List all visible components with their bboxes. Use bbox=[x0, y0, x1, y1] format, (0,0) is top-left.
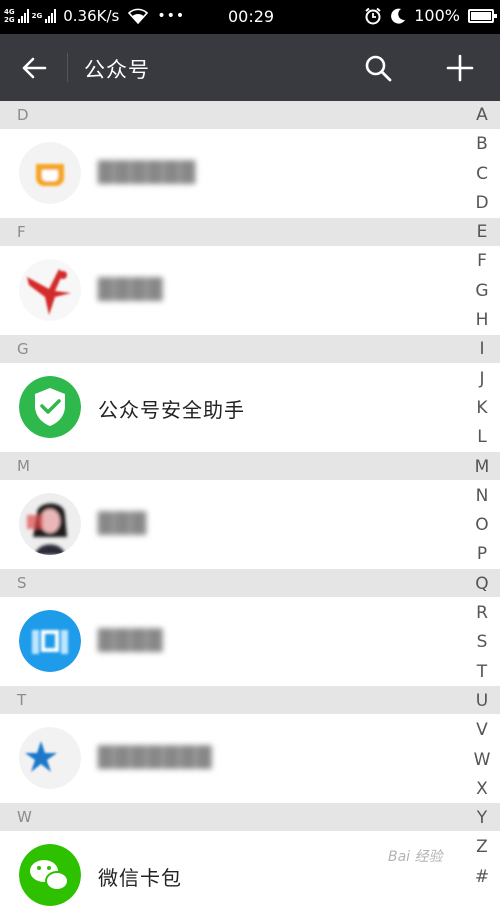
item-name: 公众号安全助手 bbox=[98, 398, 245, 422]
index-letter[interactable]: A bbox=[476, 101, 488, 130]
section-header-d: D bbox=[0, 101, 500, 129]
signal2-bars-icon bbox=[45, 9, 57, 23]
person-photo-icon bbox=[19, 493, 81, 555]
section-header-f: F bbox=[0, 218, 500, 246]
search-icon bbox=[365, 55, 392, 82]
section-header-s: S bbox=[0, 569, 500, 597]
wechat-logo-icon bbox=[19, 844, 81, 906]
orange-cup-logo-icon bbox=[19, 142, 81, 204]
network2-indicator: 2G bbox=[32, 12, 43, 20]
index-letter[interactable]: U bbox=[476, 687, 488, 716]
status-right: 100% bbox=[364, 6, 497, 25]
avatar bbox=[19, 142, 81, 204]
status-left: 4G 2G 2G 0.36K/s ••• bbox=[4, 7, 185, 25]
list-item[interactable]: ████ bbox=[0, 597, 500, 686]
index-letter[interactable]: F bbox=[477, 247, 487, 276]
network-speed: 0.36K/s bbox=[63, 7, 120, 25]
battery-percent: 100% bbox=[414, 6, 460, 25]
list-item[interactable]: 微信卡包 bbox=[0, 831, 500, 920]
more-notifications-icon: ••• bbox=[157, 8, 186, 24]
alarm-icon bbox=[365, 7, 381, 24]
plus-icon bbox=[446, 54, 474, 82]
avatar bbox=[19, 727, 81, 789]
watermark: Bai 经验 bbox=[388, 849, 443, 865]
alphabet-index-bar[interactable]: A B C D E F G H I J K L M N O P Q R S T U V W X Y Z # bbox=[470, 101, 494, 892]
title-bar: 公众号 bbox=[0, 34, 500, 101]
index-letter[interactable]: K bbox=[476, 394, 487, 423]
item-name: ███ bbox=[98, 511, 148, 535]
index-letter[interactable]: N bbox=[476, 482, 489, 511]
network-bottom-label: 2G bbox=[4, 16, 15, 24]
list-item[interactable]: ██████ bbox=[0, 129, 500, 218]
index-letter[interactable]: B bbox=[476, 130, 488, 159]
index-letter[interactable]: O bbox=[475, 511, 488, 540]
blue-logo-icon bbox=[19, 610, 81, 672]
search-button[interactable] bbox=[360, 50, 396, 86]
battery-icon bbox=[468, 8, 497, 23]
item-name: 微信卡包 bbox=[98, 866, 182, 890]
index-letter[interactable]: E bbox=[477, 218, 488, 247]
item-name: ██████ bbox=[98, 160, 197, 184]
index-letter[interactable]: M bbox=[475, 453, 490, 482]
index-letter[interactable]: G bbox=[475, 277, 488, 306]
network-top-label: 4G bbox=[4, 8, 15, 16]
index-letter[interactable]: R bbox=[476, 599, 488, 628]
network2-label: 2G bbox=[31, 12, 43, 20]
index-letter[interactable]: W bbox=[474, 746, 491, 775]
signal-bars-icon bbox=[17, 9, 29, 23]
official-accounts-list: D ██████ F ████ G 公众号安全助手 M ███ S ████ T… bbox=[0, 101, 500, 920]
index-letter[interactable]: Q bbox=[475, 570, 488, 599]
back-arrow-icon bbox=[22, 57, 47, 79]
status-bar: 4G 2G 2G 0.36K/s ••• 00:29 100% bbox=[0, 0, 500, 34]
red-figure-logo-icon bbox=[19, 259, 81, 321]
index-letter[interactable]: L bbox=[477, 423, 486, 452]
index-letter[interactable]: V bbox=[476, 716, 488, 745]
index-letter[interactable]: S bbox=[477, 628, 488, 657]
section-header-w: W bbox=[0, 803, 500, 831]
index-letter[interactable]: J bbox=[479, 365, 484, 394]
avatar bbox=[19, 610, 81, 672]
add-button[interactable] bbox=[442, 50, 478, 86]
network-type-indicator: 4G 2G bbox=[4, 8, 15, 24]
star-moon-logo-icon bbox=[19, 727, 81, 789]
index-letter[interactable]: # bbox=[475, 863, 489, 892]
list-item[interactable]: 公众号安全助手 bbox=[0, 363, 500, 452]
wifi-icon bbox=[128, 8, 149, 24]
item-name: ████ bbox=[98, 628, 164, 652]
clock: 00:29 bbox=[228, 7, 275, 26]
item-name: ████ bbox=[98, 277, 164, 301]
index-letter[interactable]: P bbox=[477, 540, 487, 569]
avatar bbox=[19, 376, 81, 438]
avatar bbox=[19, 844, 81, 906]
index-letter[interactable]: X bbox=[476, 775, 488, 804]
section-header-m: M bbox=[0, 452, 500, 480]
avatar bbox=[19, 259, 81, 321]
index-letter[interactable]: Y bbox=[477, 804, 487, 833]
list-item[interactable]: ███████ bbox=[0, 714, 500, 803]
do-not-disturb-moon-icon bbox=[391, 8, 406, 24]
shield-check-icon bbox=[19, 376, 81, 438]
section-header-t: T bbox=[0, 686, 500, 714]
list-item[interactable]: ███ bbox=[0, 480, 500, 569]
back-button[interactable] bbox=[14, 52, 54, 84]
list-item[interactable]: ████ bbox=[0, 246, 500, 335]
section-header-g: G bbox=[0, 335, 500, 363]
avatar bbox=[19, 493, 81, 555]
index-letter[interactable]: C bbox=[476, 160, 488, 189]
index-letter[interactable]: Z bbox=[476, 833, 488, 862]
index-letter[interactable]: T bbox=[477, 658, 487, 687]
index-letter[interactable]: I bbox=[479, 335, 484, 364]
index-letter[interactable]: H bbox=[476, 306, 489, 335]
item-name: ███████ bbox=[98, 745, 213, 769]
page-title: 公众号 bbox=[84, 58, 150, 82]
title-divider bbox=[67, 53, 68, 82]
index-letter[interactable]: D bbox=[475, 189, 488, 218]
